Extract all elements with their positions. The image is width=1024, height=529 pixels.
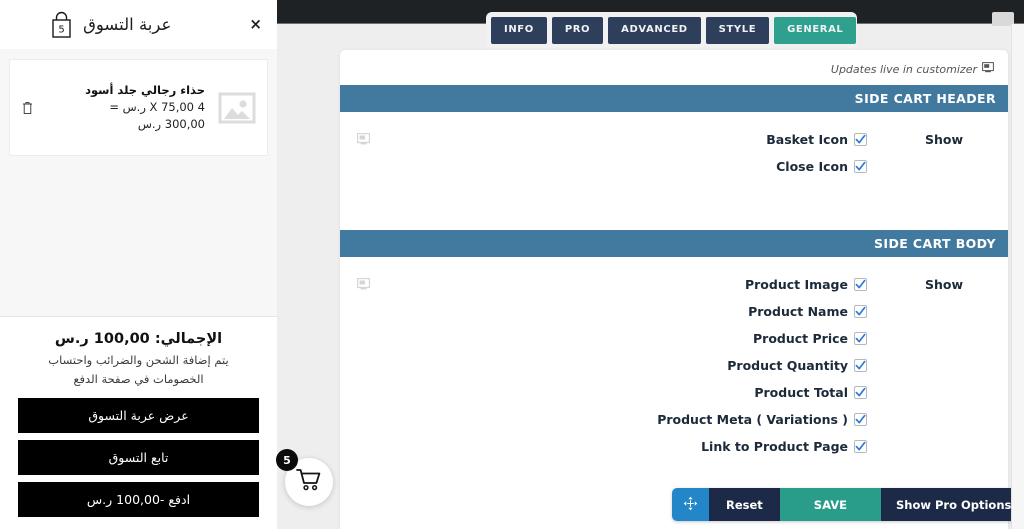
continue-shopping-button[interactable]: تابع التسوق <box>18 440 259 475</box>
cart-item-info: حذاء رجالي جلد أسود 4 X 75,00 ر.س = 300,… <box>44 82 207 133</box>
product-name: حذاء رجالي جلد أسود <box>85 82 205 97</box>
floating-cart-button[interactable]: 5 <box>276 449 333 506</box>
option-checkbox-wrap <box>854 305 880 318</box>
option-checkbox-wrap <box>854 413 880 426</box>
customizer-note-text: Updates live in customizer <box>830 62 977 76</box>
close-icon-checkbox[interactable] <box>854 160 867 173</box>
product-meta-checkbox[interactable] <box>854 413 867 426</box>
reset-button[interactable]: Reset <box>709 488 780 521</box>
link-to-product-page-checkbox[interactable] <box>854 440 867 453</box>
side-cart-header: × عربة التسوق 5 <box>0 0 277 49</box>
cart-title-group: عربة التسوق 5 <box>14 11 244 39</box>
section-header-side-cart-body: SIDE CART BODY <box>340 230 1008 257</box>
svg-text:5: 5 <box>58 24 64 35</box>
product-quantity-price: 4 X 75,00 ر.س = <box>109 99 205 114</box>
basket-icon: 5 <box>49 11 74 39</box>
product-name-checkbox[interactable] <box>854 305 867 318</box>
option-checkbox-wrap <box>854 160 880 173</box>
side-cart-items-area: حذاء رجالي جلد أسود 4 X 75,00 ر.س = 300,… <box>0 49 277 317</box>
product-thumbnail <box>215 86 259 130</box>
save-button[interactable]: SAVE <box>779 488 881 521</box>
option-checkbox-wrap <box>854 133 880 146</box>
option-checkbox-wrap <box>854 332 880 345</box>
option-row-product-name: Product Name <box>340 298 1008 325</box>
view-cart-button[interactable]: عرض عربة التسوق <box>18 398 259 433</box>
product-total-checkbox[interactable] <box>854 386 867 399</box>
checkout-button[interactable]: ادفع -100,00 ر.س <box>18 482 259 517</box>
trash-icon[interactable] <box>18 101 36 115</box>
show-column-label: Show <box>924 132 964 147</box>
settings-tabs: INFO PRO ADVANCED STYLE GENERAL <box>491 17 857 44</box>
section-header-side-cart-header: SIDE CART HEADER <box>340 85 1008 112</box>
settings-action-bar: Reset SAVE Show Pro Options <box>672 488 1024 521</box>
option-label: Product Name <box>748 304 848 319</box>
option-label: Basket Icon <box>766 132 848 147</box>
product-quantity-checkbox[interactable] <box>854 359 867 372</box>
section-body-side-cart-header: Basket Icon Show Close Icon <box>340 112 1008 230</box>
option-row-product-image: Product Image Show <box>340 271 1008 298</box>
tab-style[interactable]: STYLE <box>705 17 770 44</box>
product-image-checkbox[interactable] <box>854 278 867 291</box>
shopping-cart-icon <box>296 468 322 496</box>
product-price-checkbox[interactable] <box>854 332 867 345</box>
tab-general[interactable]: GENERAL <box>774 17 857 44</box>
option-label: Product Meta ( Variations ) <box>657 412 848 427</box>
admin-panel: INFO PRO ADVANCED STYLE GENERAL Updates … <box>277 0 1024 529</box>
option-row-product-price: Product Price <box>340 325 1008 352</box>
option-label: Product Quantity <box>727 358 848 373</box>
tab-pro[interactable]: PRO <box>551 17 604 44</box>
side-cart-footer: الإجمالي: 100,00 ر.س يتم إضافة الشحن وال… <box>0 316 277 529</box>
cart-item-row[interactable]: حذاء رجالي جلد أسود 4 X 75,00 ر.س = 300,… <box>9 59 268 156</box>
settings-card: Updates live in customizer SIDE CART HEA… <box>340 50 1008 529</box>
option-checkbox-wrap <box>854 386 880 399</box>
option-checkbox-wrap <box>854 278 880 291</box>
option-row-close-icon: Close Icon <box>340 153 1008 180</box>
show-column-label: Show <box>924 277 964 292</box>
option-label: Link to Product Page <box>701 439 848 454</box>
section-body-side-cart-body: Product Image Show Product Name Product … <box>340 257 1008 470</box>
side-cart-panel: × عربة التسوق 5 حذاء رجالي جلد أسود 4 X … <box>0 0 277 529</box>
option-label: Product Price <box>753 331 848 346</box>
option-row-product-meta: Product Meta ( Variations ) <box>340 406 1008 433</box>
cart-title: عربة التسوق <box>83 15 172 34</box>
cart-total-label: الإجمالي: 100,00 ر.س <box>54 331 223 348</box>
tab-info[interactable]: INFO <box>491 17 547 44</box>
option-row-product-total: Product Total <box>340 379 1008 406</box>
monitor-icon <box>982 62 994 76</box>
product-line-total: 300,00 ر.س <box>137 116 205 131</box>
tab-advanced[interactable]: ADVANCED <box>608 17 701 44</box>
customizer-note: Updates live in customizer <box>340 50 1008 85</box>
live-preview-icon[interactable] <box>340 130 376 149</box>
page-scrollbar[interactable] <box>1011 24 1024 529</box>
cart-count-badge: 5 <box>276 449 298 471</box>
basket-icon-checkbox[interactable] <box>854 133 867 146</box>
cart-close-button[interactable]: × <box>244 13 267 36</box>
option-row-basket-icon: Basket Icon Show <box>340 126 1008 153</box>
show-pro-options-button[interactable]: Show Pro Options <box>880 488 1024 521</box>
option-label: Product Image <box>744 277 848 292</box>
option-checkbox-wrap <box>854 440 880 453</box>
option-label: Product Total <box>754 385 848 400</box>
option-label: Close Icon <box>776 159 848 174</box>
option-row-product-quantity: Product Quantity <box>340 352 1008 379</box>
option-row-link-to-product-page: Link to Product Page <box>340 433 1008 460</box>
live-preview-icon[interactable] <box>340 275 376 294</box>
option-checkbox-wrap <box>854 359 880 372</box>
move-handle-button[interactable] <box>672 488 709 521</box>
move-arrows-icon <box>683 496 698 514</box>
screen-root: × عربة التسوق 5 حذاء رجالي جلد أسود 4 X … <box>0 0 1024 529</box>
cart-tax-note: يتم إضافة الشحن والضرائب واحتساب الخصوما… <box>48 353 229 386</box>
